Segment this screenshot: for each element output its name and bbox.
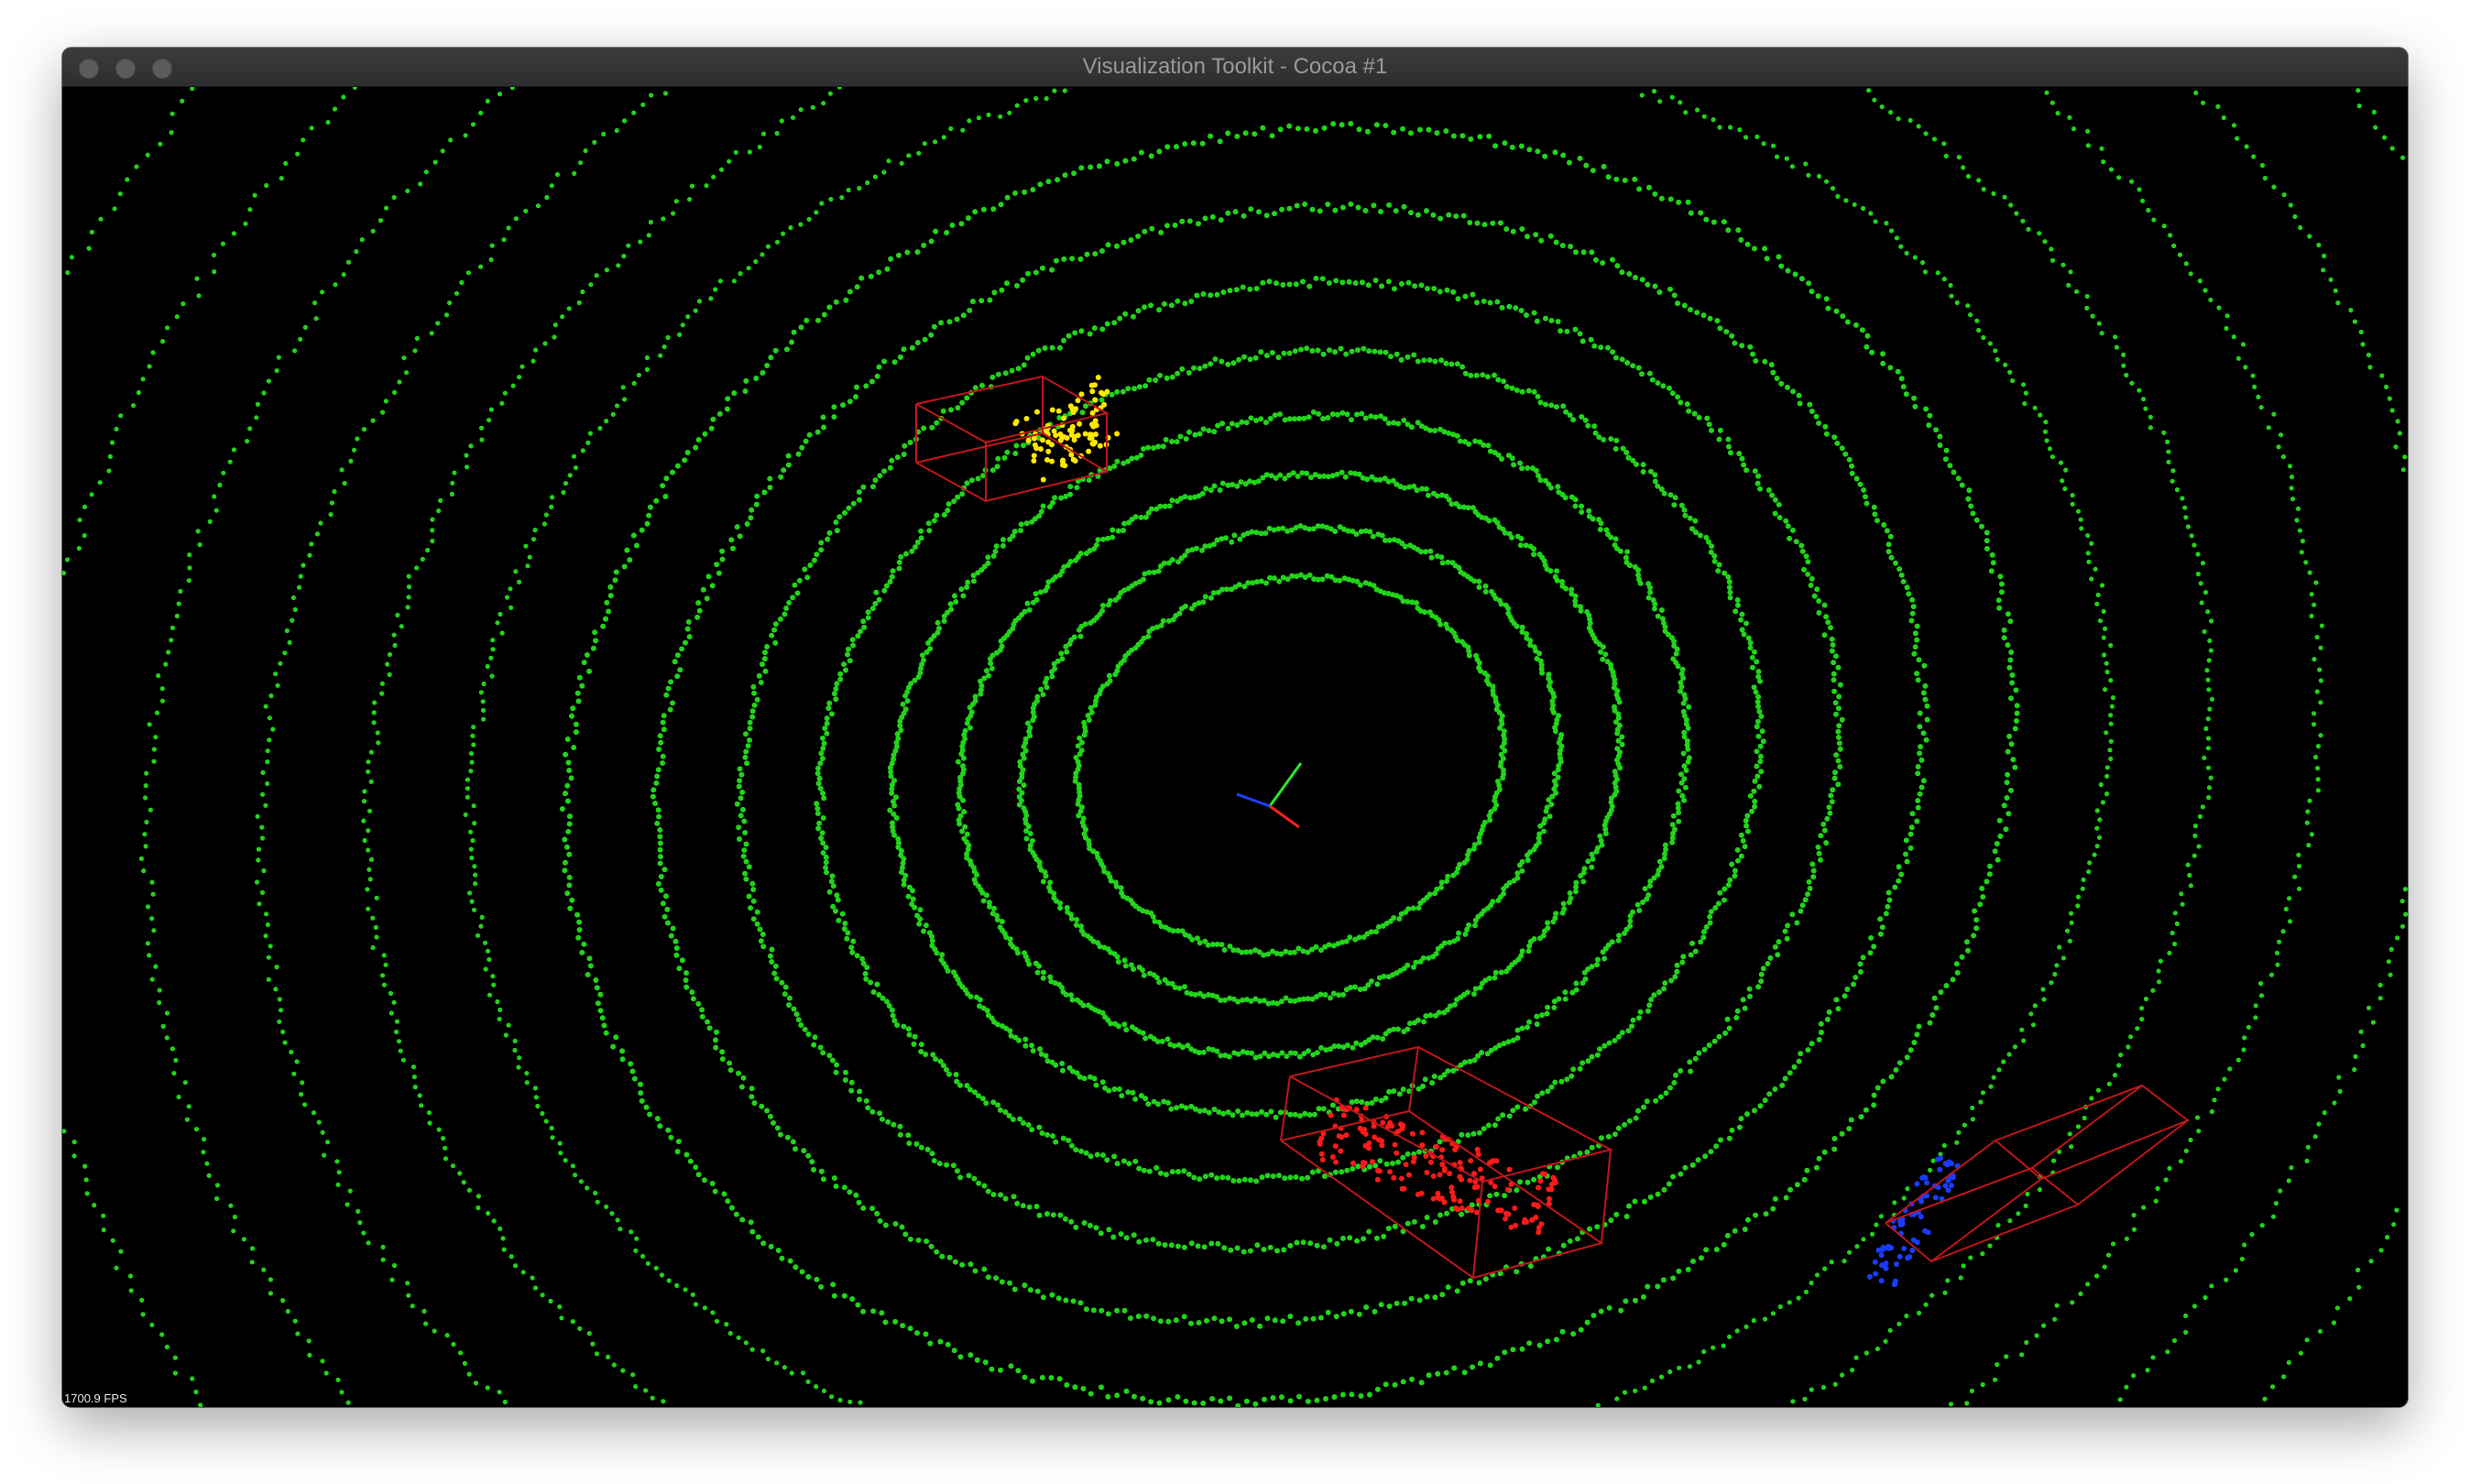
window-title: Visualization Toolkit - Cocoa #1	[1082, 54, 1388, 79]
fps-counter: 1700.9 FPS	[64, 1391, 127, 1405]
vtk-window: Visualization Toolkit - Cocoa #1 1700.9 …	[62, 48, 2408, 1407]
point-cloud-scene[interactable]	[62, 87, 2408, 1407]
bounding-boxes	[915, 375, 2191, 1280]
render-viewport[interactable]: 1700.9 FPS	[62, 87, 2408, 1407]
z-axis-line	[1236, 792, 1271, 808]
point-cloud-rings	[62, 87, 2408, 1407]
title-bar[interactable]: Visualization Toolkit - Cocoa #1	[62, 48, 2408, 87]
x-axis-line	[1269, 804, 1300, 829]
y-axis-line	[1268, 762, 1303, 807]
orientation-axes	[1236, 762, 1303, 829]
blue-cluster-points	[1866, 1155, 1961, 1288]
